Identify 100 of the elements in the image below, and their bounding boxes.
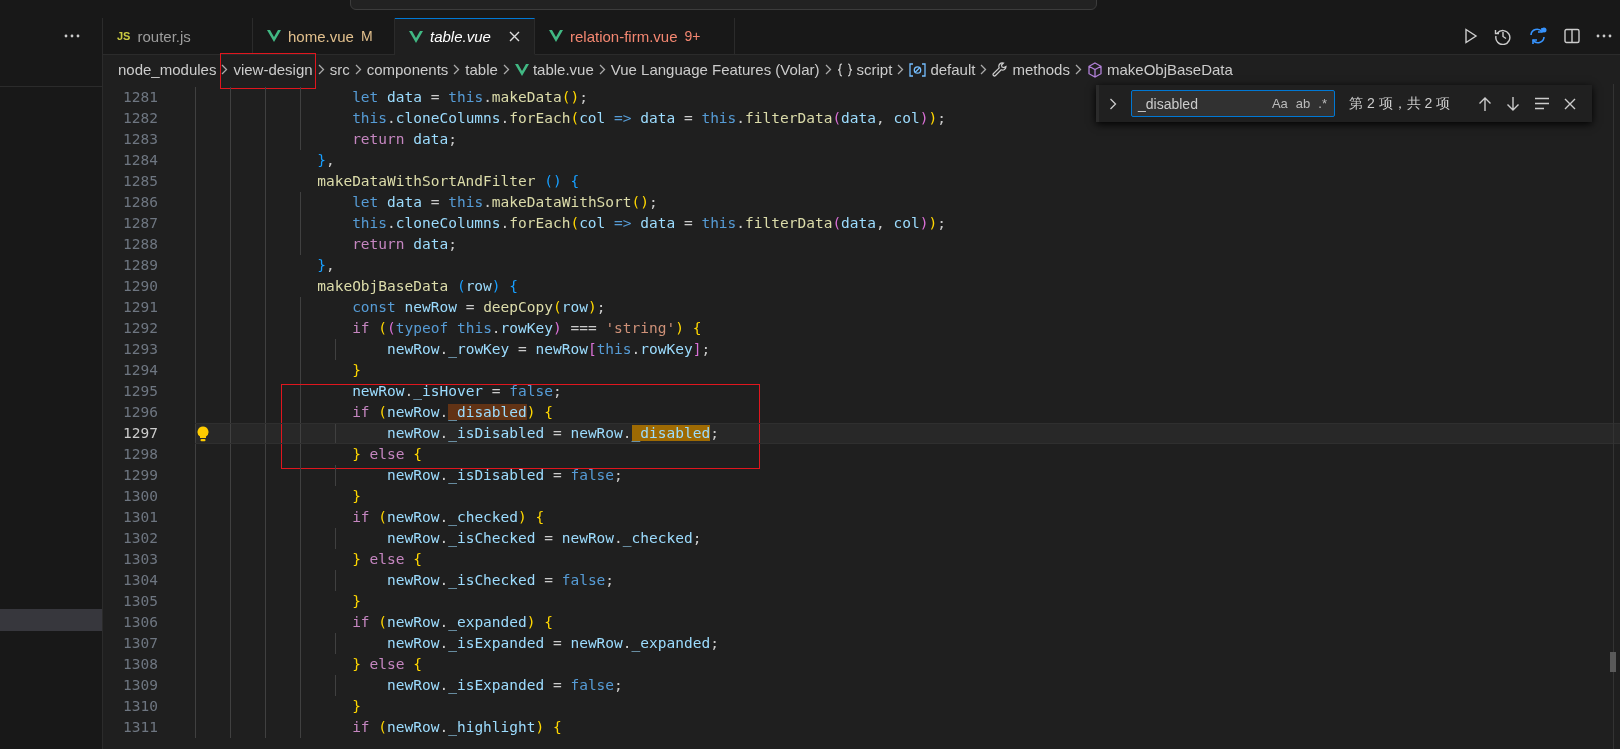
code-line: } else { [352, 656, 422, 672]
line-number: 1285 [122, 172, 158, 191]
line-number: 1298 [122, 445, 158, 464]
code-line: this.cloneColumns.forEach(col => data = this.filterData(data, col)); [352, 215, 946, 231]
line-number: 1290 [122, 277, 158, 296]
code-line: let data = this.makeData(); [352, 89, 588, 105]
line-number: 1296 [122, 403, 158, 422]
line-number: 1310 [122, 697, 158, 716]
line-number: 1297 [122, 424, 158, 443]
more-icon[interactable] [64, 34, 80, 38]
line-number: 1309 [122, 676, 158, 695]
code-line: return data; [352, 236, 457, 252]
code-line: } [352, 488, 361, 504]
line-number: 1299 [122, 466, 158, 485]
code-line: newRow._isChecked = newRow._checked; [387, 530, 702, 546]
braces-icon [836, 62, 853, 77]
breadcrumb-item[interactable]: makeObjBaseData [1073, 53, 1236, 89]
line-number: 1287 [122, 214, 158, 233]
code-line: } [352, 362, 361, 378]
line-number: 1283 [122, 130, 158, 149]
line-number: 1286 [122, 193, 158, 212]
line-number: 1302 [122, 529, 158, 548]
close-icon[interactable] [509, 31, 520, 42]
code-line: } else { [352, 446, 422, 462]
line-number: 1281 [122, 88, 158, 107]
line-number: 1304 [122, 571, 158, 590]
code-line: newRow._isDisabled = newRow._disabled; [387, 425, 719, 441]
run-icon[interactable] [1464, 28, 1478, 44]
module-icon [909, 62, 927, 77]
breadcrumb-item[interactable]: Vue Language Features (Volar) [597, 53, 823, 89]
tab-status: M [360, 28, 373, 44]
line-number: 1288 [122, 235, 158, 254]
code-line: newRow._isChecked = false; [387, 572, 615, 588]
chevron-right-icon [897, 64, 905, 75]
chevron-right-icon [221, 64, 229, 75]
code-line: newRow._isExpanded = newRow._expanded; [387, 635, 719, 651]
code-line: newRow._isHover = false; [352, 383, 562, 399]
arrow-up-icon[interactable] [1478, 95, 1493, 112]
chevron-right-icon [598, 64, 606, 75]
find-option-toggle[interactable]: Aa [1270, 96, 1289, 111]
vue-file-icon [409, 30, 423, 43]
split-editor-icon[interactable] [1564, 28, 1580, 44]
code-line: }, [317, 257, 335, 273]
arrow-down-icon[interactable] [1506, 95, 1521, 112]
breadcrumb-item[interactable]: components [353, 53, 452, 89]
breadcrumb-item[interactable]: table.vue [501, 53, 597, 89]
editor-tab[interactable]: table.vue [395, 18, 535, 55]
breadcrumb-item[interactable]: default [896, 53, 979, 89]
line-number: 1294 [122, 361, 158, 380]
code-line: } [352, 698, 361, 714]
cube-icon [1086, 61, 1103, 78]
tab-label: home.vue [288, 27, 354, 45]
code-line: let data = this.makeDataWithSort(); [352, 194, 658, 210]
vue-file-icon [267, 30, 281, 42]
code-line: makeDataWithSortAndFilter () { [317, 173, 580, 189]
line-number: 1301 [122, 508, 158, 527]
line-number: 1303 [122, 550, 158, 569]
chevron-right-icon[interactable] [1109, 97, 1117, 110]
code-line: if (newRow._disabled) { [352, 404, 553, 420]
line-number: 1305 [122, 592, 158, 611]
line-number: 1293 [122, 340, 158, 359]
code-line: return data; [352, 131, 457, 147]
breadcrumb-item[interactable]: table [452, 53, 501, 89]
lines-icon[interactable] [1534, 97, 1551, 110]
find-option-toggle[interactable]: .* [1317, 96, 1328, 111]
line-number: 1307 [122, 634, 158, 653]
code-line: newRow._rowKey = newRow[this.rowKey]; [387, 341, 711, 357]
close-icon[interactable] [1564, 97, 1577, 110]
find-option-toggle[interactable]: ab [1294, 96, 1312, 111]
lightbulb-icon[interactable] [197, 426, 209, 442]
editor-tab[interactable]: JS router.js [103, 18, 253, 55]
line-number: 1292 [122, 319, 158, 338]
code-line: const newRow = deepCopy(row); [352, 299, 606, 315]
code-line: newRow._isDisabled = false; [387, 467, 623, 483]
breadcrumb-item[interactable]: view-design [220, 53, 316, 89]
line-number: 1300 [122, 487, 158, 506]
chevron-right-icon [317, 64, 325, 75]
breadcrumb-item[interactable]: script [823, 53, 896, 89]
tab-label: table.vue [430, 28, 491, 45]
more-icon[interactable] [1596, 34, 1612, 38]
breadcrumb-item[interactable]: node_modules [105, 53, 220, 89]
tab-status: 9+ [684, 28, 701, 44]
code-line: newRow._isExpanded = false; [387, 677, 623, 693]
line-number: 1306 [122, 613, 158, 632]
line-number: 1295 [122, 382, 158, 401]
code-line: if ((typeof this.rowKey) === 'string') { [352, 320, 702, 336]
tab-label: relation-firm.vue [570, 27, 678, 45]
chevron-right-icon [980, 64, 988, 75]
breadcrumb-item[interactable]: methods [979, 53, 1073, 89]
history-icon[interactable] [1494, 27, 1512, 45]
sync-icon[interactable] [1528, 27, 1548, 45]
editor-tab[interactable]: relation-firm.vue 9+ [535, 18, 735, 55]
scrollbar-marker [1610, 652, 1616, 672]
code-line: } [352, 593, 361, 609]
match-count: 第 2 项，共 2 项 [1349, 94, 1451, 113]
find-field[interactable]: _disabled Aa ab .* [1131, 90, 1335, 117]
line-number: 1284 [122, 151, 158, 170]
breadcrumb-item[interactable]: src [316, 53, 353, 89]
wrench-icon [992, 61, 1009, 78]
line-number: 1291 [122, 298, 158, 317]
